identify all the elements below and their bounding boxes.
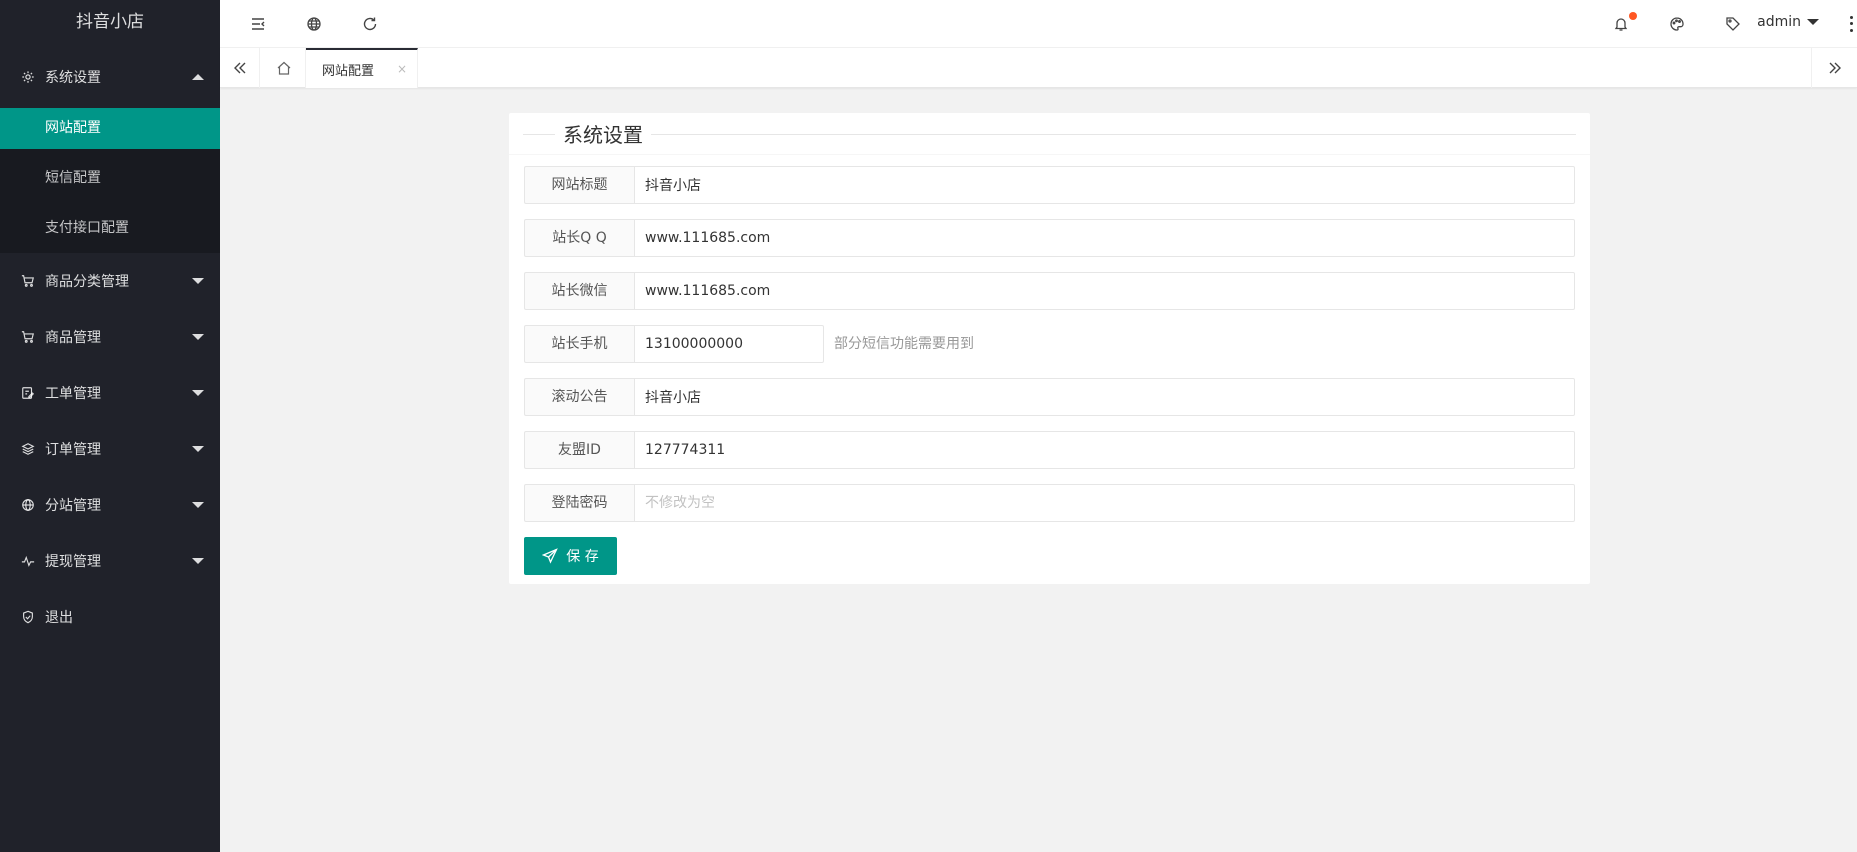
form-row-umeng-id: 友盟ID	[524, 431, 1575, 469]
sidebar-subitem-sms-config[interactable]: 短信配置	[0, 153, 220, 203]
form-row-admin-phone: 站长手机 部分短信功能需要用到	[524, 325, 974, 363]
sidebar-item-product-management[interactable]: 商品管理	[0, 309, 220, 365]
sidebar-item-label: 提现管理	[45, 554, 101, 570]
user-menu[interactable]: admin	[1757, 14, 1819, 30]
menu-fold-icon[interactable]	[248, 14, 268, 34]
home-icon[interactable]	[262, 48, 306, 88]
bell-icon[interactable]	[1611, 12, 1637, 34]
save-button[interactable]: 保 存	[524, 537, 617, 575]
edit-doc-icon	[20, 385, 36, 401]
sidebar-item-label: 商品分类管理	[45, 274, 129, 290]
chevron-down-icon	[192, 558, 204, 564]
form-row-login-password: 登陆密码	[524, 484, 1575, 522]
admin-qq-label: 站长Q Q	[524, 219, 634, 257]
sidebar: 抖音小店 系统设置 网站配置 短信配置 支付接口配置 商品分类管理 商品管理 工…	[0, 0, 220, 852]
tab-label: 网站配置	[322, 63, 375, 79]
sidebar-item-label: 商品管理	[45, 330, 101, 346]
sidebar-item-order-management[interactable]: 订单管理	[0, 421, 220, 477]
sidebar-item-label: 退出	[45, 610, 73, 626]
form-row-admin-qq: 站长Q Q	[524, 219, 1575, 257]
login-password-input[interactable]	[634, 484, 1575, 522]
sidebar-item-category-management[interactable]: 商品分类管理	[0, 253, 220, 309]
fieldset-title: 系统设置	[523, 113, 1576, 153]
admin-wechat-input[interactable]	[634, 272, 1575, 310]
tab-bar: 网站配置 ×	[220, 48, 1857, 88]
globe-icon[interactable]	[304, 14, 324, 34]
send-icon	[542, 548, 559, 564]
sidebar-item-logout[interactable]: 退出	[0, 589, 220, 645]
form-row-site-title: 网站标题	[524, 166, 1575, 204]
gear-icon	[20, 69, 36, 85]
umeng-id-label: 友盟ID	[524, 431, 634, 469]
sidebar-submenu-system-settings: 网站配置 短信配置 支付接口配置	[0, 108, 220, 253]
site-title-input[interactable]	[634, 166, 1575, 204]
tab-scroll-left-icon[interactable]	[220, 48, 260, 88]
login-password-label: 登陆密码	[524, 484, 634, 522]
divider	[649, 134, 1576, 135]
shield-check-icon	[20, 609, 36, 625]
chevron-down-icon	[192, 502, 204, 508]
sidebar-subitem-payment-config[interactable]: 支付接口配置	[0, 203, 220, 253]
cart-icon	[20, 329, 36, 345]
admin-phone-label: 站长手机	[524, 325, 634, 363]
refresh-icon[interactable]	[360, 14, 380, 34]
tab-scroll-right-icon[interactable]	[1811, 48, 1857, 88]
more-vertical-icon[interactable]	[1849, 14, 1853, 34]
globe-icon	[20, 497, 36, 513]
sidebar-item-system-settings[interactable]: 系统设置	[0, 45, 220, 108]
scroll-notice-input[interactable]	[634, 378, 1575, 416]
sidebar-item-label: 订单管理	[45, 442, 101, 458]
chevron-down-icon	[192, 334, 204, 340]
umeng-id-input[interactable]	[634, 431, 1575, 469]
chevron-up-icon	[192, 73, 204, 80]
sidebar-item-substation-management[interactable]: 分站管理	[0, 477, 220, 533]
admin-phone-hint: 部分短信功能需要用到	[834, 336, 974, 352]
notification-dot	[1629, 12, 1637, 20]
sidebar-item-label: 分站管理	[45, 498, 101, 514]
tag-icon[interactable]	[1723, 14, 1743, 34]
close-icon[interactable]: ×	[397, 62, 407, 76]
divider	[509, 154, 1590, 155]
username: admin	[1757, 14, 1801, 30]
form-row-admin-wechat: 站长微信	[524, 272, 1575, 310]
scroll-notice-label: 滚动公告	[524, 378, 634, 416]
chevron-down-icon	[192, 278, 204, 284]
sidebar-item-withdrawal-management[interactable]: 提现管理	[0, 533, 220, 589]
site-title-label: 网站标题	[524, 166, 634, 204]
pulse-icon	[20, 553, 36, 569]
chevron-down-icon	[192, 446, 204, 452]
admin-wechat-label: 站长微信	[524, 272, 634, 310]
top-header: admin	[220, 0, 1857, 48]
sidebar-item-label: 工单管理	[45, 386, 101, 402]
caret-down-icon	[1807, 19, 1819, 25]
divider	[523, 134, 555, 135]
admin-qq-input[interactable]	[634, 219, 1575, 257]
sidebar-subitem-site-config[interactable]: 网站配置	[0, 108, 220, 149]
settings-card: 系统设置 网站标题 站长Q Q 站长微信 站长手机 部分短信功能需要用到 滚动公…	[509, 113, 1590, 584]
sidebar-item-ticket-management[interactable]: 工单管理	[0, 365, 220, 421]
chevron-down-icon	[192, 390, 204, 396]
tab-site-config[interactable]: 网站配置 ×	[306, 48, 418, 88]
form-row-scroll-notice: 滚动公告	[524, 378, 1575, 416]
page-title: 系统设置	[555, 119, 651, 148]
app-logo-title[interactable]: 抖音小店	[0, 0, 220, 45]
layers-icon	[20, 441, 36, 457]
sidebar-item-label: 系统设置	[45, 69, 101, 86]
cart-icon	[20, 273, 36, 289]
save-button-label: 保 存	[566, 549, 599, 565]
palette-icon[interactable]	[1667, 14, 1687, 34]
admin-phone-input[interactable]	[634, 325, 824, 363]
